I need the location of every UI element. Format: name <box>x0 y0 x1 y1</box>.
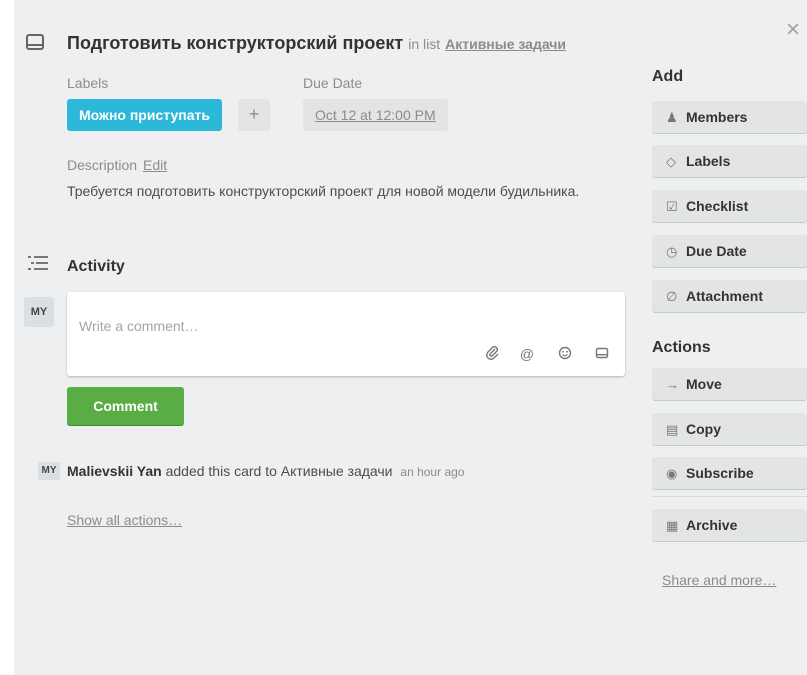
description-heading: Description <box>67 157 138 173</box>
arrow-right-icon: → <box>666 377 679 392</box>
add-label-button[interactable]: + <box>238 99 270 131</box>
activity-avatar[interactable]: MY <box>38 462 60 480</box>
archive-icon: ▦ <box>666 518 679 533</box>
comment-box: @ <box>67 292 629 376</box>
activity-action: added this card to Активные задачи <box>165 463 393 479</box>
tag-icon: ◇ <box>666 154 676 169</box>
show-all-actions-link[interactable]: Show all actions… <box>67 512 182 528</box>
checklist-label: Checklist <box>686 198 749 214</box>
close-icon[interactable]: × <box>786 18 806 42</box>
due-date-button[interactable]: ◷ Due Date <box>652 235 807 267</box>
attachment-label: Attachment <box>686 288 764 304</box>
mention-icon[interactable]: @ <box>519 346 535 362</box>
card-icon: ▤ <box>666 422 679 437</box>
list-link[interactable]: Активные задачи <box>445 36 566 52</box>
activity-list-icon <box>28 254 50 272</box>
due-date-label: Due Date <box>686 243 747 259</box>
checklist-button[interactable]: ☑ Checklist <box>652 190 807 222</box>
card-title[interactable]: Подготовить конструкторский проект <box>67 33 403 53</box>
due-date-heading: Due Date <box>303 75 363 91</box>
card-detail-modal: Подготовить конструкторский проект in li… <box>14 0 807 675</box>
comment-input[interactable] <box>67 292 629 346</box>
card-link-icon[interactable] <box>594 346 610 362</box>
copy-label: Copy <box>686 421 721 437</box>
in-list-prefix: in list <box>408 36 441 52</box>
add-heading: Add <box>652 68 684 85</box>
actions-heading: Actions <box>652 339 711 356</box>
activity-time[interactable]: an hour ago <box>400 465 464 479</box>
description-text[interactable]: Требуется подготовить конструкторский пр… <box>67 182 597 200</box>
copy-button[interactable]: ▤ Copy <box>652 413 807 445</box>
label-chip[interactable]: Можно приступать <box>67 99 222 131</box>
sidebar-divider <box>652 496 807 497</box>
share-and-more-link[interactable]: Share and more… <box>662 572 776 588</box>
labels-label: Labels <box>686 153 731 169</box>
labels-button[interactable]: ◇ Labels <box>652 145 807 177</box>
members-button[interactable]: ♟ Members <box>652 101 807 133</box>
due-date-badge[interactable]: Oct 12 at 12:00 PM <box>303 99 448 131</box>
attachment-icon[interactable] <box>485 346 501 362</box>
emoji-icon[interactable] <box>557 346 573 362</box>
subscribe-button[interactable]: ◉ Subscribe <box>652 457 807 489</box>
activity-user[interactable]: Malievskii Yan <box>67 463 162 479</box>
clock-icon: ◷ <box>666 244 678 259</box>
paperclip-icon: ∅ <box>666 289 678 304</box>
description-header: Description Edit <box>67 157 167 173</box>
activity-heading: Activity <box>67 258 125 275</box>
members-label: Members <box>686 109 748 125</box>
checkbox-icon: ☑ <box>666 199 678 214</box>
activity-entry: Malievskii Yan added this card to Активн… <box>67 463 464 479</box>
edit-description-link[interactable]: Edit <box>143 157 167 173</box>
subscribe-label: Subscribe <box>686 465 754 481</box>
comment-button[interactable]: Comment <box>67 387 184 425</box>
attachment-button[interactable]: ∅ Attachment <box>652 280 807 312</box>
archive-label: Archive <box>686 517 738 533</box>
avatar[interactable]: MY <box>24 297 54 327</box>
card-title-row: Подготовить конструкторский проект in li… <box>67 33 566 54</box>
move-label: Move <box>686 376 722 392</box>
card-icon <box>26 34 44 50</box>
eye-icon: ◉ <box>666 466 678 481</box>
labels-heading: Labels <box>67 75 109 91</box>
archive-button[interactable]: ▦ Archive <box>652 509 807 541</box>
move-button[interactable]: → Move <box>652 368 807 400</box>
person-icon: ♟ <box>666 110 678 125</box>
